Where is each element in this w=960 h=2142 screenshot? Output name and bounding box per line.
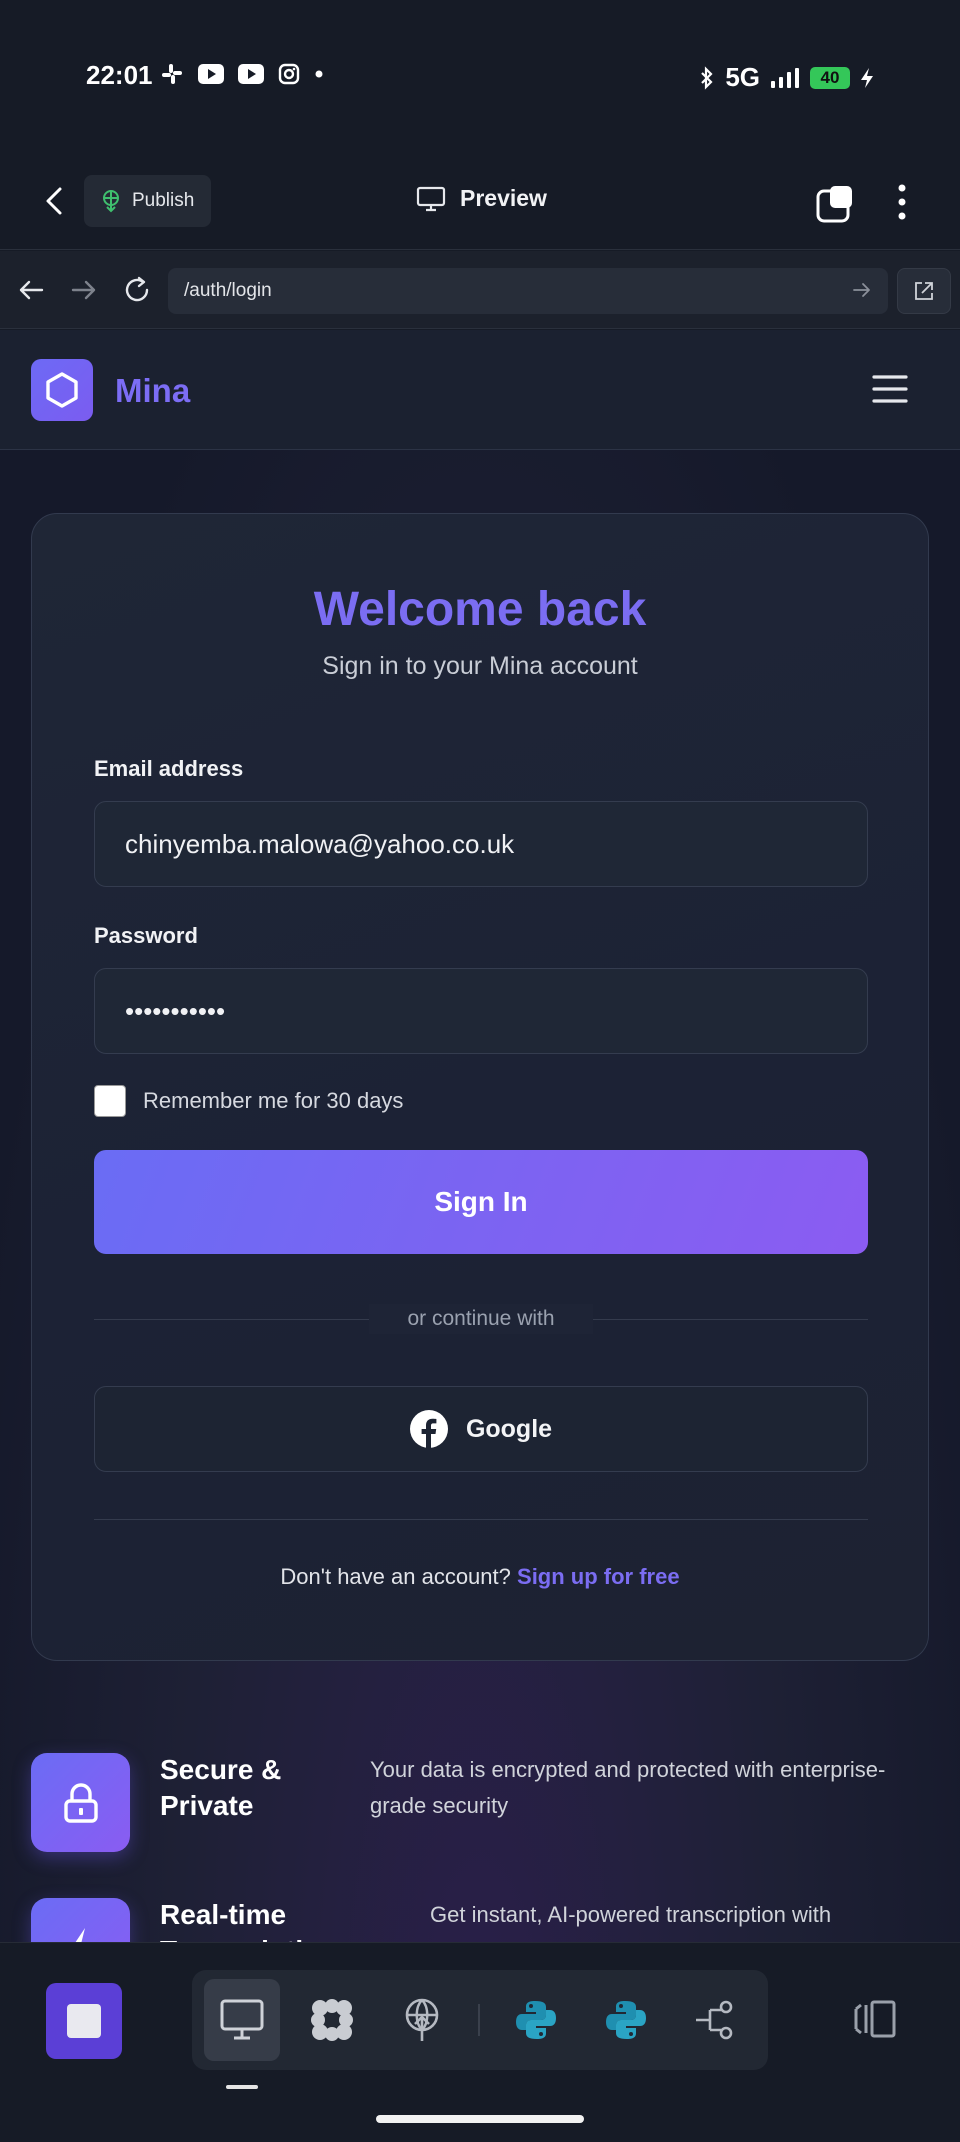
- network-label: 5G: [725, 62, 760, 92]
- git-branch-icon: [694, 1998, 738, 2042]
- bottom-dock: [0, 1942, 960, 2142]
- nav-back-icon[interactable]: [16, 275, 46, 305]
- remember-checkbox[interactable]: [94, 1085, 126, 1117]
- flower-icon: [308, 1996, 356, 2044]
- feature-realtime-icon-box: [31, 1898, 130, 1942]
- more-options-icon[interactable]: [890, 182, 914, 222]
- dot-icon: [314, 69, 324, 79]
- slack-icon: [160, 62, 184, 86]
- login-subtitle: Sign in to your Mina account: [322, 652, 638, 680]
- email-field[interactable]: chinyemba.malowa@yahoo.co.uk: [94, 801, 868, 887]
- back-button[interactable]: [38, 184, 72, 218]
- brand-name[interactable]: Mina: [115, 372, 190, 410]
- feature-secure-desc: Your data is encrypted and protected wit…: [370, 1757, 886, 1818]
- dock-python-button-1[interactable]: [498, 1979, 574, 2061]
- go-arrow-icon[interactable]: [852, 280, 872, 300]
- active-indicator: [226, 2085, 258, 2089]
- stop-icon: [67, 2004, 101, 2038]
- feature-secure-title: Secure & Private: [160, 1754, 282, 1821]
- password-label: Password: [94, 923, 198, 948]
- remember-label[interactable]: Remember me for 30 days: [143, 1088, 403, 1114]
- preview-label: Preview: [460, 185, 547, 211]
- youtube-icon: [198, 64, 224, 84]
- feature-realtime-desc: Get instant, AI-powered transcription wi…: [430, 1902, 832, 1927]
- logo[interactable]: [31, 359, 93, 421]
- dock-deploy-button[interactable]: [384, 1979, 460, 2061]
- notification-icons: [160, 62, 324, 86]
- password-value: •••••••••••: [125, 995, 226, 1026]
- home-indicator[interactable]: [376, 2115, 584, 2123]
- globe-upload-icon: [402, 1997, 442, 2043]
- lightning-icon: [63, 1926, 99, 1942]
- open-external-button[interactable]: [897, 268, 951, 314]
- signup-prompt: Don't have an account?: [280, 1564, 511, 1589]
- dock-workflow-button[interactable]: [678, 1979, 754, 2061]
- url-text: /auth/login: [184, 280, 272, 301]
- google-signin-button[interactable]: Google: [94, 1386, 868, 1472]
- bluetooth-icon: [699, 65, 715, 90]
- stop-button[interactable]: [46, 1983, 122, 2059]
- publish-icon: [100, 189, 122, 213]
- tabs-icon[interactable]: [816, 184, 856, 224]
- python-icon: [514, 1998, 558, 2042]
- signup-prompt-line: Don't have an account? Sign up for free: [32, 1564, 928, 1590]
- sign-in-label: Sign In: [434, 1186, 528, 1217]
- url-input[interactable]: /auth/login: [168, 268, 888, 314]
- login-title: Welcome back: [313, 583, 647, 636]
- preview-button[interactable]: Preview: [416, 185, 547, 212]
- battery-indicator: 40: [810, 66, 850, 89]
- side-panel-icon[interactable]: [852, 1999, 898, 2039]
- publish-label: Publish: [132, 190, 195, 211]
- app-toolbar: Publish Preview: [0, 150, 960, 250]
- divider-bottom: [94, 1519, 868, 1520]
- feature-secure-icon-box: [31, 1753, 130, 1852]
- youtube-icon: [238, 64, 264, 84]
- charging-icon: [860, 67, 874, 89]
- feature-realtime-title: Real-time Transcription: [160, 1899, 337, 1942]
- status-time: 22:01: [86, 60, 153, 90]
- menu-icon[interactable]: [872, 373, 908, 405]
- sign-in-button[interactable]: Sign In: [94, 1150, 868, 1254]
- login-card: Welcome back Sign in to your Mina accoun…: [31, 513, 929, 1661]
- dock-separator: [478, 2004, 480, 2036]
- signal-icon: [770, 67, 800, 89]
- monitor-icon: [220, 1999, 264, 2041]
- web-page: Mina Welcome back Sign in to your Mina a…: [0, 330, 960, 1942]
- password-field[interactable]: •••••••••••: [94, 968, 868, 1054]
- publish-button[interactable]: Publish: [84, 175, 211, 227]
- dock-flower-button[interactable]: [294, 1979, 370, 2061]
- dock-python-button-2[interactable]: [588, 1979, 664, 2061]
- python-icon: [604, 1998, 648, 2042]
- system-icons: 5G 40: [699, 62, 874, 93]
- monitor-icon: [416, 186, 446, 212]
- hexagon-icon: [42, 370, 82, 410]
- nav-forward-icon[interactable]: [69, 275, 99, 305]
- signup-link[interactable]: Sign up for free: [517, 1564, 680, 1589]
- browser-url-bar: /auth/login: [0, 251, 960, 329]
- external-link-icon: [913, 280, 935, 302]
- instagram-icon: [278, 63, 300, 85]
- google-label: Google: [465, 1414, 553, 1443]
- dock-toolbar: [192, 1970, 768, 2070]
- lock-icon: [61, 1781, 101, 1825]
- dock-preview-button[interactable]: [204, 1979, 280, 2061]
- reload-icon[interactable]: [122, 275, 152, 305]
- site-header: Mina: [0, 330, 960, 450]
- status-bar: 22:01 5G 40: [0, 0, 960, 150]
- email-label: Email address: [94, 756, 244, 781]
- email-value: chinyemba.malowa@yahoo.co.uk: [125, 828, 515, 859]
- divider-text: or continue with: [369, 1304, 593, 1334]
- facebook-icon: [409, 1410, 448, 1448]
